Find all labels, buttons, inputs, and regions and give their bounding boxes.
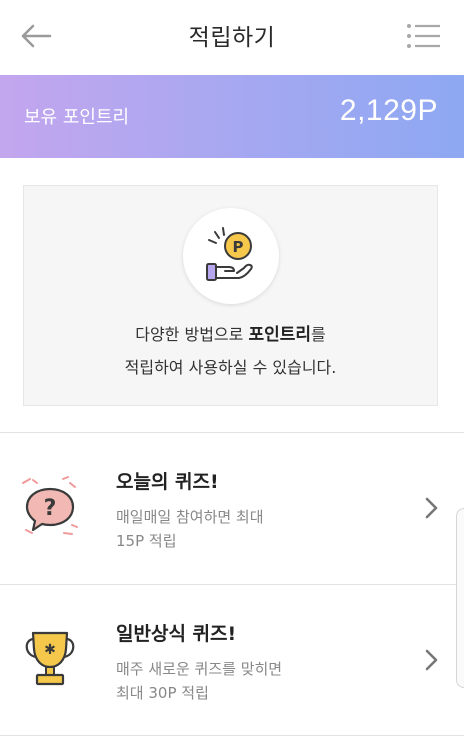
item-desc-line2: 최대 30P 적립 bbox=[116, 684, 209, 702]
header: 적립하기 bbox=[0, 0, 464, 75]
points-banner: 보유 포인트리 2,129P bbox=[0, 75, 464, 158]
item-title: 일반상식 퀴즈! bbox=[116, 623, 237, 645]
item-desc-line2: 15P 적립 bbox=[116, 532, 177, 550]
item-title: 오늘의 퀴즈! bbox=[116, 471, 219, 493]
item-desc-line1: 매주 새로운 퀴즈를 맞히면 bbox=[116, 660, 283, 678]
divider bbox=[0, 735, 464, 736]
info-text-line1: 다양한 방법으로 포인트리를 bbox=[24, 320, 437, 345]
coin-badge: P bbox=[183, 208, 279, 304]
info-text-emphasis: 포인트리 bbox=[248, 325, 312, 345]
svg-text:✱: ✱ bbox=[44, 642, 56, 658]
list-item-daily-quiz[interactable]: ? 오늘의 퀴즈! 매일매일 참여하면 최대 15P 적립 bbox=[0, 433, 464, 583]
list-menu-icon bbox=[407, 24, 440, 48]
chevron-right-icon bbox=[425, 649, 438, 671]
chevron-right-icon bbox=[425, 497, 438, 519]
item-desc-line1: 매일매일 참여하면 최대 bbox=[116, 508, 264, 526]
points-balance: 2,129P bbox=[339, 94, 438, 127]
info-box: P 다양한 방법으로 포인트리를 적립하여 사용하실 수 있습니다. bbox=[23, 185, 438, 406]
info-text-line2: 적립하여 사용하실 수 있습니다. bbox=[124, 358, 337, 377]
info-text-prefix: 다양한 방법으로 bbox=[135, 325, 249, 344]
page-title: 적립하기 bbox=[188, 25, 276, 51]
scroll-handle[interactable] bbox=[456, 508, 464, 688]
svg-text:P: P bbox=[233, 238, 244, 256]
menu-button[interactable] bbox=[406, 22, 442, 50]
svg-text:?: ? bbox=[44, 496, 57, 521]
trophy-icon: ✱ bbox=[25, 631, 75, 686]
question-bubble-icon: ? bbox=[22, 476, 78, 535]
coin-hand-icon: P bbox=[206, 227, 253, 281]
list-item-general-quiz[interactable]: ✱ 일반상식 퀴즈! 매주 새로운 퀴즈를 맞히면 최대 30P 적립 bbox=[0, 585, 464, 735]
points-label: 보유 포인트리 bbox=[24, 107, 130, 128]
info-text-suffix: 를 bbox=[311, 325, 326, 344]
